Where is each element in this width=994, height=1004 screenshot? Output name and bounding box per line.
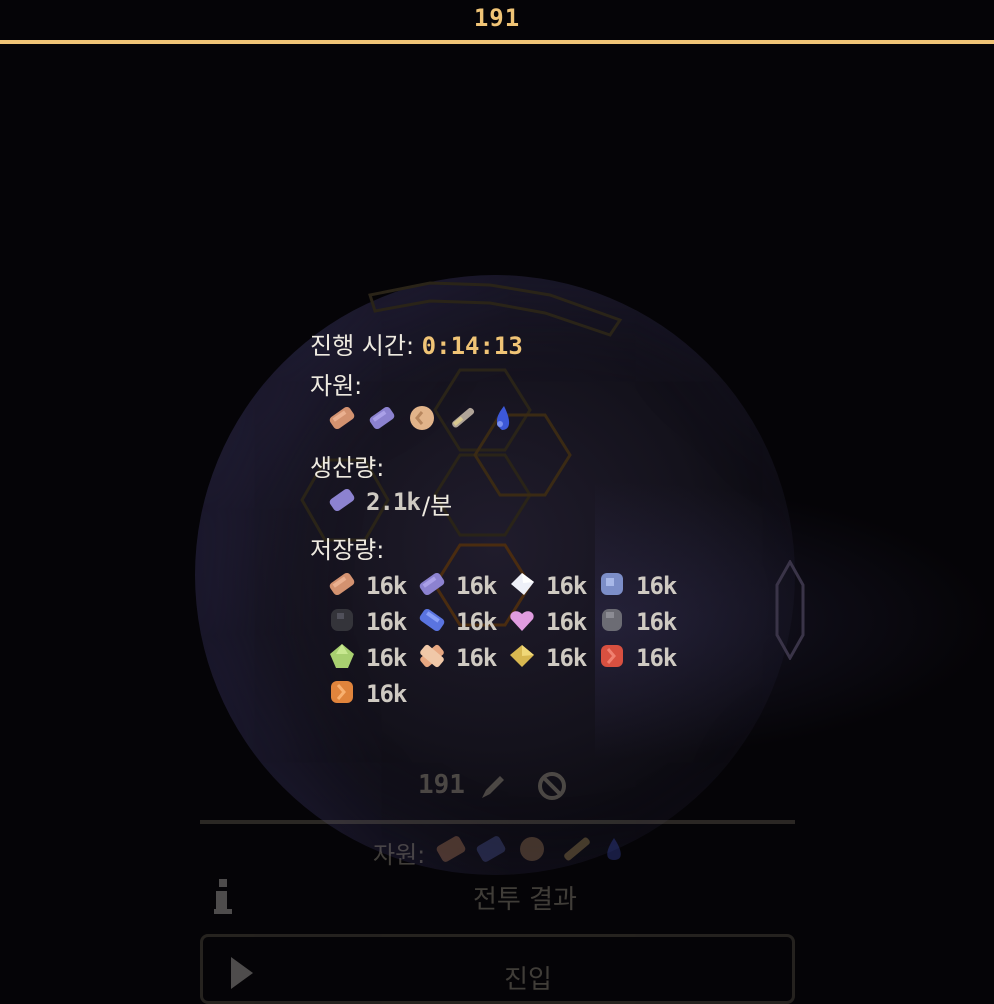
storage-amount: 16k xyxy=(366,608,407,636)
blue-ingot-icon xyxy=(419,608,445,632)
storage-amount: 16k xyxy=(636,644,677,672)
yellow-ingot-icon xyxy=(510,645,534,667)
storage-label: 저장량: xyxy=(310,536,385,564)
panel-resources-label: 자원: xyxy=(373,841,426,869)
storage-amount: 16k xyxy=(366,680,407,708)
amethyst-ingot-icon xyxy=(329,488,355,512)
production-unit: /분 xyxy=(422,492,453,520)
elapsed-time-value: 0:14:13 xyxy=(421,332,523,360)
planet-marker-icon xyxy=(775,560,805,660)
blue-drop-icon xyxy=(496,406,510,430)
orange-ore-icon xyxy=(331,681,353,703)
blue-ore-icon xyxy=(601,573,623,595)
copper-ingot-icon xyxy=(329,406,355,430)
storage-amount: 16k xyxy=(546,608,587,636)
storage-amount: 16k xyxy=(636,572,677,600)
top-bar: 191 xyxy=(0,0,994,44)
storage-amount: 16k xyxy=(546,572,587,600)
storage-amount: 16k xyxy=(546,644,587,672)
pink-heart-icon xyxy=(510,611,534,631)
battle-result-label: 전투 결과 xyxy=(473,885,577,915)
planet-name-row: 191 xyxy=(418,770,566,804)
elapsed-time-row: 진행 시간: 0:14:13 xyxy=(310,326,523,361)
elapsed-time-label: 진행 시간: xyxy=(310,332,422,360)
battle-result-row[interactable]: 전투 결과 xyxy=(200,875,795,919)
sand-orb-icon xyxy=(410,406,434,430)
white-crystal-icon xyxy=(511,573,534,595)
storage-amount: 16k xyxy=(456,608,497,636)
planet-title: 191 xyxy=(473,4,521,32)
forbidden-icon[interactable] xyxy=(536,770,568,802)
pencil-icon[interactable] xyxy=(478,772,508,802)
striped-ingot-icon xyxy=(420,644,444,668)
storage-amount: 16k xyxy=(456,644,497,672)
storage-amount: 16k xyxy=(636,608,677,636)
production-label: 생산량: xyxy=(310,454,385,482)
planet-name: 191 xyxy=(418,770,465,800)
panel-divider xyxy=(200,820,795,824)
red-ore-icon xyxy=(601,645,623,667)
production-value: 2.1k xyxy=(366,488,421,516)
panel-resource-icons xyxy=(436,836,621,862)
storage-amount: 16k xyxy=(456,572,497,600)
enter-label: 진입 xyxy=(504,965,552,995)
resources-label: 자원: xyxy=(310,372,363,400)
storage-amount: 16k xyxy=(366,572,407,600)
gray-stone-icon xyxy=(602,609,622,631)
amethyst-ingot-icon xyxy=(369,406,395,430)
wrench-tool-icon xyxy=(452,407,475,428)
top-divider xyxy=(0,40,994,44)
amethyst-ingot-icon xyxy=(419,572,445,596)
green-gem-icon xyxy=(330,644,354,668)
coal-icon xyxy=(331,609,353,631)
copper-ingot-icon xyxy=(329,572,355,596)
storage-amount: 16k xyxy=(366,644,407,672)
